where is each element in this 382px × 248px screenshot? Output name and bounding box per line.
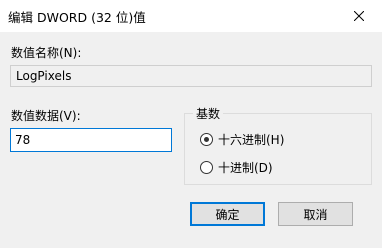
close-button[interactable]: [336, 0, 382, 32]
value-data-input[interactable]: [10, 128, 172, 152]
radio-unselected-icon: [200, 161, 213, 174]
window-title: 编辑 DWORD (32 位)值: [8, 10, 146, 25]
value-name-label: 数值名称(N):: [11, 46, 82, 60]
value-name-field: LogPixels: [10, 65, 372, 87]
value-data-label: 数值数据(V):: [11, 109, 81, 123]
radio-hexadecimal-label: 十六进制(H): [218, 133, 285, 147]
radio-decimal-label: 十进制(D): [218, 161, 273, 175]
cancel-button[interactable]: 取消: [278, 202, 353, 226]
radio-hexadecimal[interactable]: 十六进制(H): [200, 131, 284, 148]
radio-decimal[interactable]: 十进制(D): [200, 159, 273, 176]
dialog-body: 数值名称(N): LogPixels 数值数据(V): 基数 十六进制(H) 十…: [0, 32, 382, 248]
title-bar: 编辑 DWORD (32 位)值: [0, 0, 382, 32]
close-icon: [354, 11, 364, 21]
ok-button[interactable]: 确定: [190, 202, 265, 226]
base-legend: 基数: [193, 105, 224, 122]
radio-selected-icon: [200, 133, 213, 146]
